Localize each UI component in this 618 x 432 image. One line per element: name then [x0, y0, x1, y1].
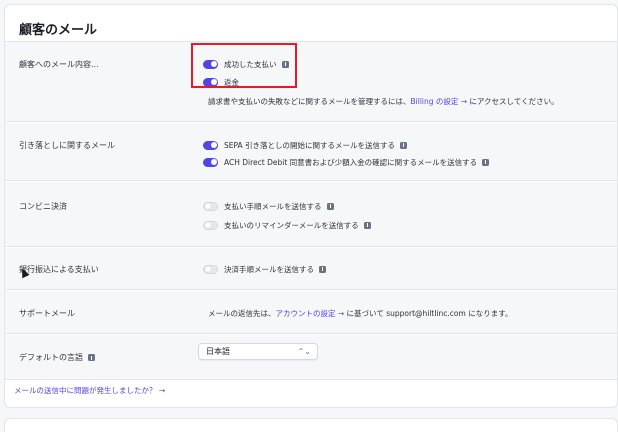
email-issue-link[interactable]: メールの送信中に問題が発生しましたか？ →: [14, 385, 165, 396]
note-text: メールの返信先は、: [208, 309, 276, 318]
row-label: 引き落としに関するメール: [19, 141, 115, 150]
info-icon[interactable]: [482, 158, 490, 166]
chevron-updown-icon: ⌃⌄: [297, 347, 311, 356]
billing-settings-link[interactable]: Billing の設定 →: [411, 97, 468, 106]
selected-language: 日本語: [206, 347, 230, 356]
billing-note: 請求書や支払いの失敗などに関するメールを管理するには、Billing の設定 →…: [208, 96, 559, 107]
row-direct-debit: 引き落としに関するメール SEPA 引き落としの開始に関するメールを送信する A…: [5, 123, 617, 181]
highlight-box: [191, 43, 297, 88]
row-bank-transfer: 銀行振込による支払い 決済手順メールを送信する: [5, 248, 617, 290]
option-transfer-instructions[interactable]: 決済手順メールを送信する: [203, 263, 326, 275]
note-text: に基づいて support@hiltlinc.com になります。: [344, 309, 513, 318]
row-label: 顧客へのメール内容...: [19, 60, 99, 69]
next-panel: [4, 418, 618, 432]
info-icon[interactable]: [88, 354, 95, 361]
option-label: 支払いのリマインダーメールを送信する: [224, 220, 359, 230]
row-label: コンビニ決済: [19, 202, 67, 211]
toggle-switch[interactable]: [203, 201, 218, 211]
option-label: SEPA 引き落としの開始に関するメールを送信する: [224, 140, 396, 150]
support-email-note: メールの返信先は、アカウントの設定 → に基づいて support@hiltli…: [208, 308, 512, 319]
option-ach[interactable]: ACH Direct Debit 同意書および少額入金の確認に関するメールを送信…: [203, 156, 490, 168]
option-label: 決済手順メールを送信する: [224, 264, 314, 274]
toggle-switch[interactable]: [203, 140, 218, 150]
row-label: 銀行振込による支払い: [19, 265, 99, 274]
label-text: デフォルトの言語: [19, 353, 83, 362]
info-icon[interactable]: [326, 202, 334, 210]
row-label: デフォルトの言語: [19, 352, 95, 363]
language-select[interactable]: 日本語 ⌃⌄: [198, 343, 318, 360]
info-icon[interactable]: [400, 141, 408, 149]
toggle-switch[interactable]: [203, 157, 218, 167]
info-icon[interactable]: [319, 265, 326, 273]
row-konbini: コンビニ決済 支払い手順メールを送信する 支払いのリマインダーメールを送信する: [5, 182, 617, 247]
row-customer-email: 顧客へのメール内容... 成功した支払い 返金 請求書や支払いの失敗などに関する…: [5, 42, 617, 122]
account-settings-link[interactable]: アカウントの設定 →: [276, 309, 345, 318]
note-text: にアクセスしてください。: [467, 97, 559, 106]
row-label: サポートメール: [19, 309, 75, 318]
toggle-switch[interactable]: [203, 264, 218, 274]
option-label: ACH Direct Debit 同意書および少額入金の確認に関するメールを送信…: [224, 157, 478, 167]
option-payment-reminder[interactable]: 支払いのリマインダーメールを送信する: [203, 219, 371, 231]
toggle-switch[interactable]: [203, 220, 218, 230]
info-icon[interactable]: [363, 221, 371, 229]
panel-title: 顧客のメール: [19, 23, 98, 38]
option-payment-instructions[interactable]: 支払い手順メールを送信する: [203, 200, 334, 212]
row-support-email: サポートメール メールの返信先は、アカウントの設定 → に基づいて suppor…: [5, 291, 617, 334]
option-sepa[interactable]: SEPA 引き落としの開始に関するメールを送信する: [203, 139, 408, 151]
note-text: 請求書や支払いの失敗などに関するメールを管理するには、: [208, 97, 411, 106]
option-label: 支払い手順メールを送信する: [224, 201, 322, 211]
